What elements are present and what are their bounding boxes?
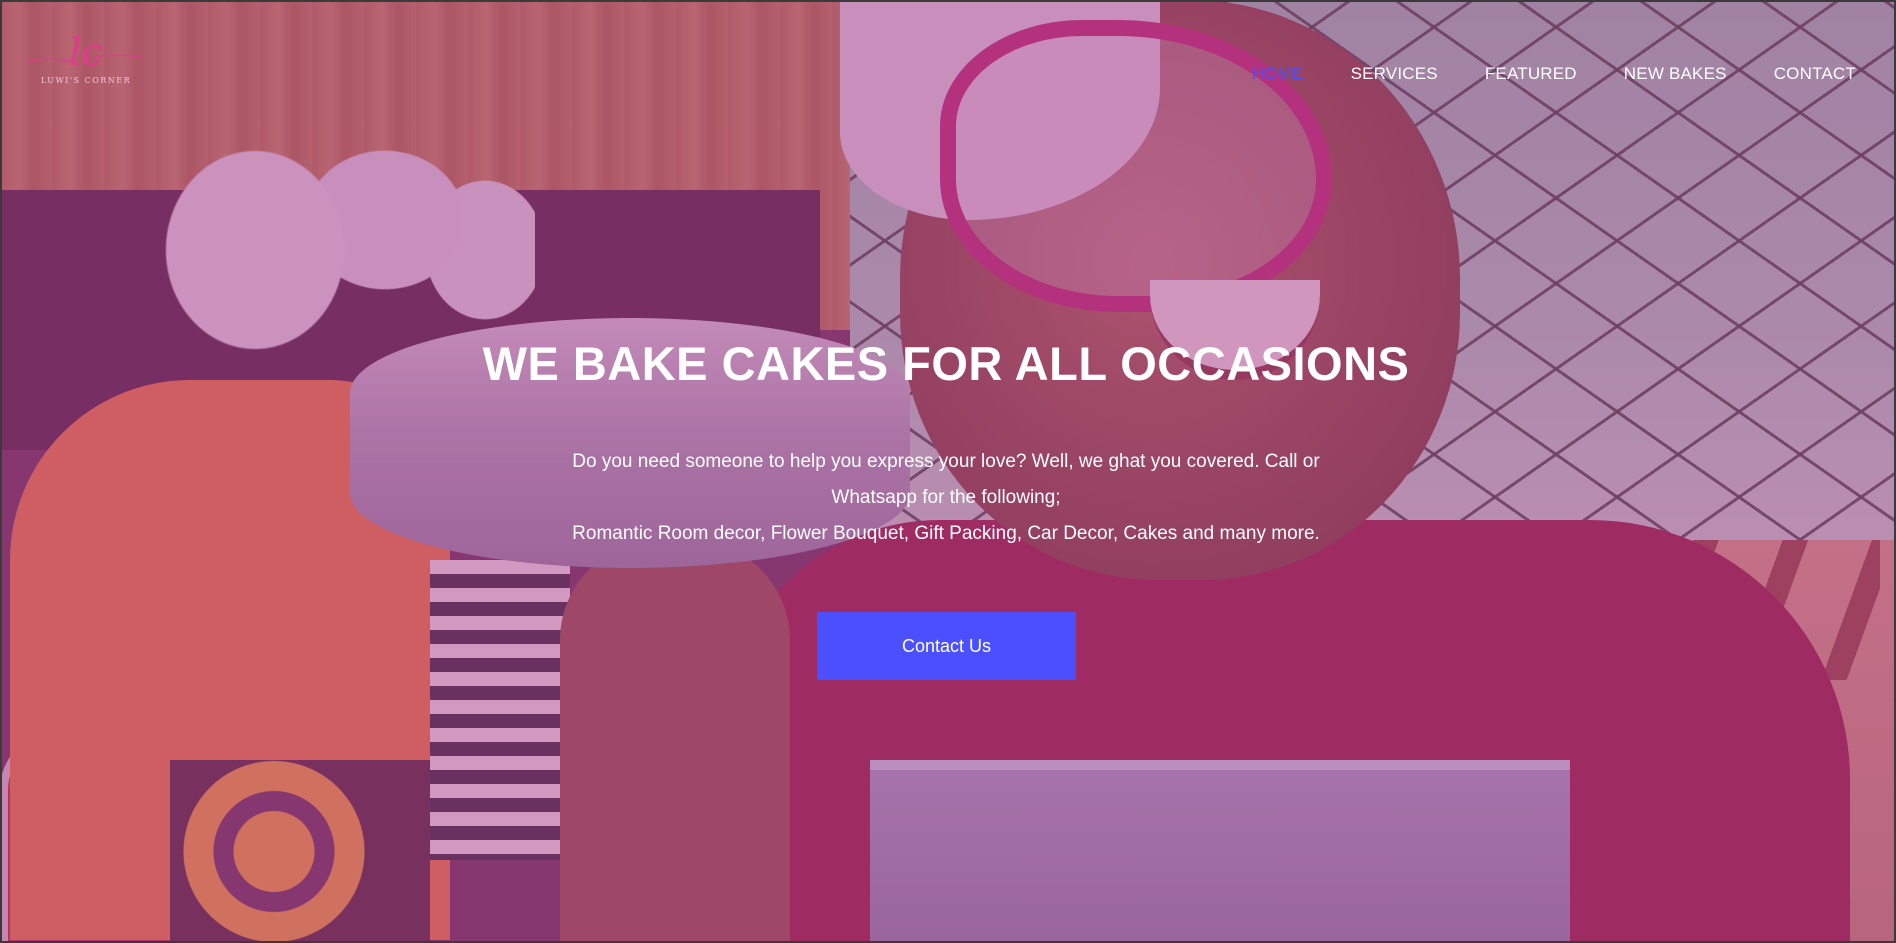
- hero-description: Do you need someone to help you express …: [0, 444, 1892, 552]
- nav-contact[interactable]: CONTACT: [1774, 64, 1856, 84]
- hero-text-line-2: Whatsapp for the following;: [831, 487, 1061, 508]
- nav-featured[interactable]: FEATURED: [1485, 64, 1577, 84]
- nav-new-bakes[interactable]: NEW BAKES: [1624, 64, 1727, 84]
- logo-swash-icon: [27, 54, 145, 63]
- nav-services[interactable]: SERVICES: [1351, 64, 1438, 84]
- hero-title: WE BAKE CAKES FOR ALL OCCASIONS: [482, 337, 1410, 390]
- nav-home[interactable]: HOME: [1252, 64, 1304, 84]
- main-nav: HOME SERVICES FEATURED NEW BAKES CONTACT: [1252, 64, 1856, 84]
- hero-section: lc LUWI'S CORNER HOME SERVICES FEATURED …: [0, 0, 1896, 943]
- contact-us-button[interactable]: Contact Us: [817, 612, 1076, 680]
- hero-text-line-1: Do you need someone to help you express …: [572, 451, 1320, 472]
- brand-logo[interactable]: lc LUWI'S CORNER: [24, 30, 148, 94]
- hero-text-line-3: Romantic Room decor, Flower Bouquet, Gif…: [572, 523, 1320, 544]
- logo-name: LUWI'S CORNER: [40, 76, 132, 85]
